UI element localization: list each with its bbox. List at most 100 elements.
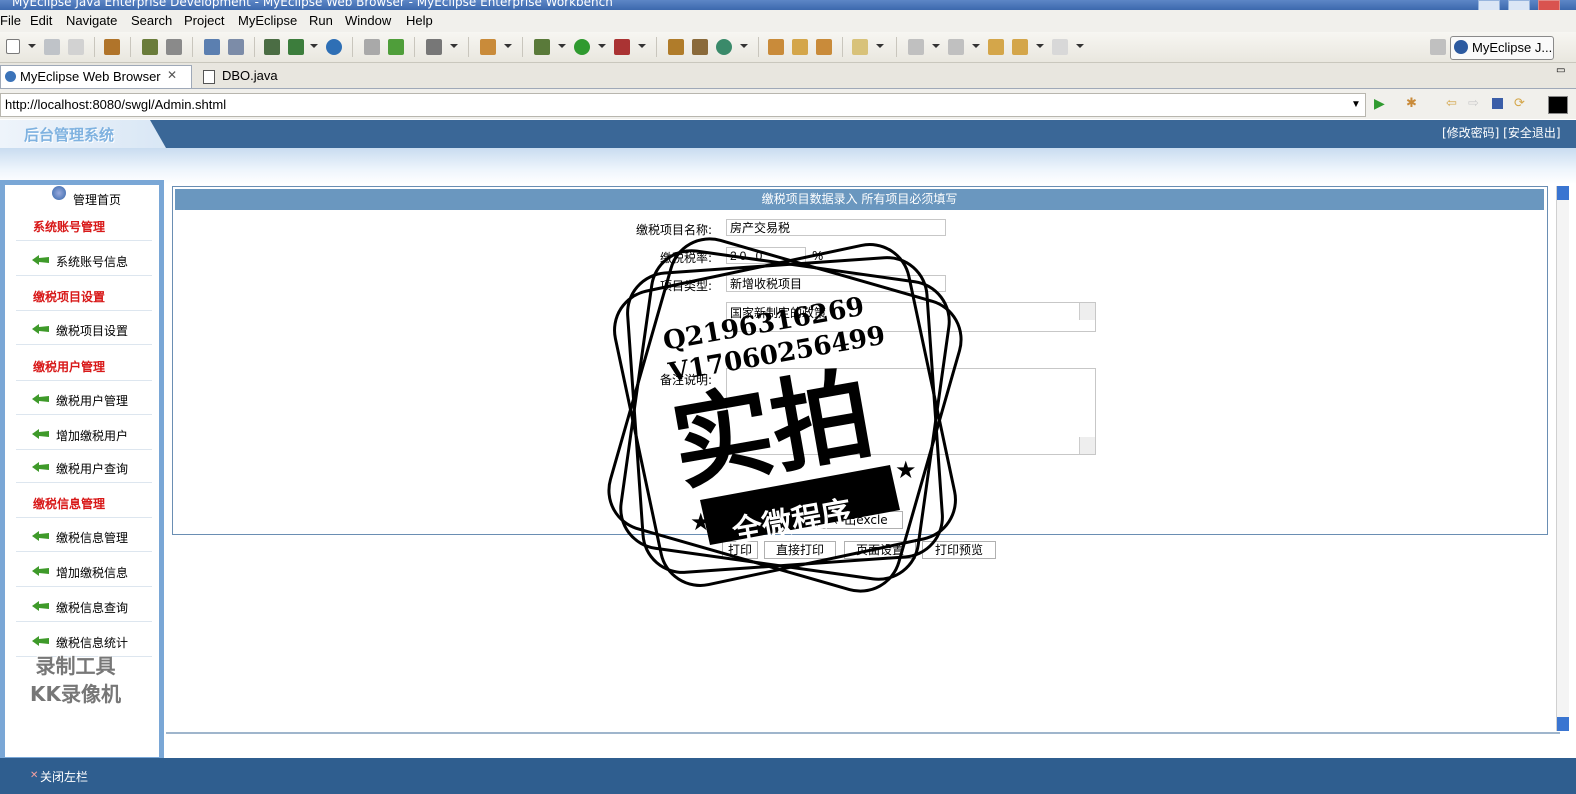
globe-icon[interactable] xyxy=(326,39,342,55)
new-package-icon[interactable] xyxy=(692,39,708,55)
tab-dbo-java[interactable]: DBO.java xyxy=(197,65,297,87)
scroll-up-icon[interactable] xyxy=(1557,186,1569,200)
home-icon xyxy=(52,186,66,200)
star-icon[interactable]: ✱ xyxy=(1406,96,1417,111)
divider xyxy=(16,449,152,450)
edit-icon[interactable] xyxy=(204,39,220,55)
open-type-icon[interactable] xyxy=(768,39,784,55)
page-scrollbar[interactable] xyxy=(1556,186,1569,731)
sidebar-item-add-user[interactable]: 增加缴税用户 xyxy=(56,427,128,444)
run-icon[interactable] xyxy=(574,39,590,55)
external-tools-icon[interactable] xyxy=(614,39,630,55)
stop-icon[interactable] xyxy=(1492,98,1503,109)
menu-search[interactable]: Search xyxy=(131,13,172,28)
chevron-down-icon[interactable] xyxy=(932,44,940,48)
sidebar-section-info[interactable]: 缴税信息管理 xyxy=(33,495,105,512)
new-class-icon[interactable] xyxy=(668,39,684,55)
menu-help[interactable]: Help xyxy=(406,13,433,28)
divider xyxy=(16,344,152,345)
open-icon[interactable] xyxy=(388,39,404,55)
new-icon[interactable] xyxy=(6,39,20,54)
sidebar-item-info-query[interactable]: 缴税信息查询 xyxy=(56,599,128,616)
chevron-down-icon[interactable] xyxy=(504,44,512,48)
chevron-down-icon[interactable] xyxy=(598,44,606,48)
scroll-down-icon[interactable] xyxy=(1557,717,1569,731)
save-icon[interactable] xyxy=(44,39,60,55)
scrollbar[interactable] xyxy=(1079,437,1095,454)
close-window-button[interactable] xyxy=(1538,0,1560,10)
menu-myeclipse[interactable]: MyEclipse xyxy=(238,13,297,28)
chevron-down-icon[interactable] xyxy=(876,44,884,48)
globe-icon xyxy=(5,71,16,82)
close-sidebar-link[interactable]: 关闭左栏 xyxy=(40,768,88,785)
chevron-down-icon[interactable] xyxy=(1076,44,1084,48)
header-gradient xyxy=(0,148,1576,184)
chevron-down-icon[interactable] xyxy=(28,44,36,48)
forward-icon[interactable]: ⇨ xyxy=(1468,96,1479,111)
sidebar-home[interactable]: 管理首页 xyxy=(73,191,121,208)
next-annotation-icon[interactable] xyxy=(908,39,924,55)
sidebar-item-user-query[interactable]: 缴税用户查询 xyxy=(56,460,128,477)
wand-icon[interactable] xyxy=(228,39,244,55)
folder-icon[interactable] xyxy=(364,39,380,55)
chevron-down-icon[interactable] xyxy=(972,44,980,48)
menu-run[interactable]: Run xyxy=(309,13,333,28)
deploy-icon[interactable] xyxy=(166,39,182,55)
search-icon[interactable] xyxy=(852,39,868,55)
toolbar-separator xyxy=(352,37,353,57)
report-icon[interactable] xyxy=(480,39,496,55)
server-icon[interactable] xyxy=(264,39,280,55)
menu-edit[interactable]: Edit xyxy=(30,13,52,28)
chevron-down-icon[interactable] xyxy=(740,44,748,48)
go-icon[interactable]: ▶ xyxy=(1374,96,1385,112)
close-icon[interactable]: ✕ xyxy=(167,68,177,82)
last-edit-icon[interactable] xyxy=(988,39,1004,55)
sidebar-item-info-manage[interactable]: 缴税信息管理 xyxy=(56,529,128,546)
minimize-view-icon[interactable]: ▭ xyxy=(1556,65,1565,76)
sidebar-section-account[interactable]: 系统账号管理 xyxy=(33,218,105,235)
scrollbar[interactable] xyxy=(1079,303,1095,320)
run-server-icon[interactable] xyxy=(288,39,304,55)
menu-file[interactable]: File xyxy=(0,13,21,28)
chevron-down-icon[interactable] xyxy=(450,44,458,48)
chevron-down-icon[interactable] xyxy=(638,44,646,48)
tab-web-browser[interactable]: MyEclipse Web Browser ✕ xyxy=(0,65,192,88)
perspective-button[interactable]: MyEclipse J... xyxy=(1450,36,1554,60)
open-perspective-icon[interactable] xyxy=(1430,39,1446,55)
back-icon[interactable]: ⇦ xyxy=(1446,96,1457,111)
divider xyxy=(16,621,152,622)
chevron-down-icon[interactable] xyxy=(1036,44,1044,48)
build-icon[interactable] xyxy=(142,39,158,55)
forward-icon[interactable] xyxy=(1052,39,1068,55)
tab-label: DBO.java xyxy=(222,68,278,83)
pen-icon[interactable] xyxy=(792,39,808,55)
package-icon[interactable] xyxy=(104,39,120,55)
debug-icon[interactable] xyxy=(534,39,550,55)
sidebar-item-account-info[interactable]: 系统账号信息 xyxy=(56,253,128,270)
new-interface-icon[interactable] xyxy=(716,39,732,55)
minimize-button[interactable] xyxy=(1478,0,1500,10)
header-links[interactable]: [修改密码] [安全退出] xyxy=(1442,124,1561,141)
menu-window[interactable]: Window xyxy=(345,13,391,28)
open-task-icon[interactable] xyxy=(816,39,832,55)
sidebar-item-user-manage[interactable]: 缴税用户管理 xyxy=(56,392,128,409)
toolbar-separator xyxy=(254,37,255,57)
sidebar-section-project[interactable]: 缴税项目设置 xyxy=(33,288,105,305)
menu-project[interactable]: Project xyxy=(184,13,224,28)
maximize-button[interactable] xyxy=(1508,0,1530,10)
chevron-down-icon[interactable] xyxy=(310,44,318,48)
chevron-down-icon[interactable]: ▼ xyxy=(1351,94,1361,116)
chevron-down-icon[interactable] xyxy=(558,44,566,48)
sidebar-item-project-settings[interactable]: 缴税项目设置 xyxy=(56,322,128,339)
sidebar-section-users[interactable]: 缴税用户管理 xyxy=(33,358,105,375)
sidebar-item-add-info[interactable]: 增加缴税信息 xyxy=(56,564,128,581)
console-icon[interactable] xyxy=(1548,96,1568,114)
refresh-icon[interactable]: ⟳ xyxy=(1514,96,1525,111)
print-icon[interactable] xyxy=(68,39,84,55)
back-icon[interactable] xyxy=(1012,39,1028,55)
address-input[interactable]: http://localhost:8080/swgl/Admin.shtml ▼ xyxy=(0,93,1366,117)
menu-navigate[interactable]: Navigate xyxy=(66,13,117,28)
sidebar-item-info-stats[interactable]: 缴税信息统计 xyxy=(56,634,128,651)
prev-annotation-icon[interactable] xyxy=(948,39,964,55)
camera-icon[interactable] xyxy=(426,39,442,55)
